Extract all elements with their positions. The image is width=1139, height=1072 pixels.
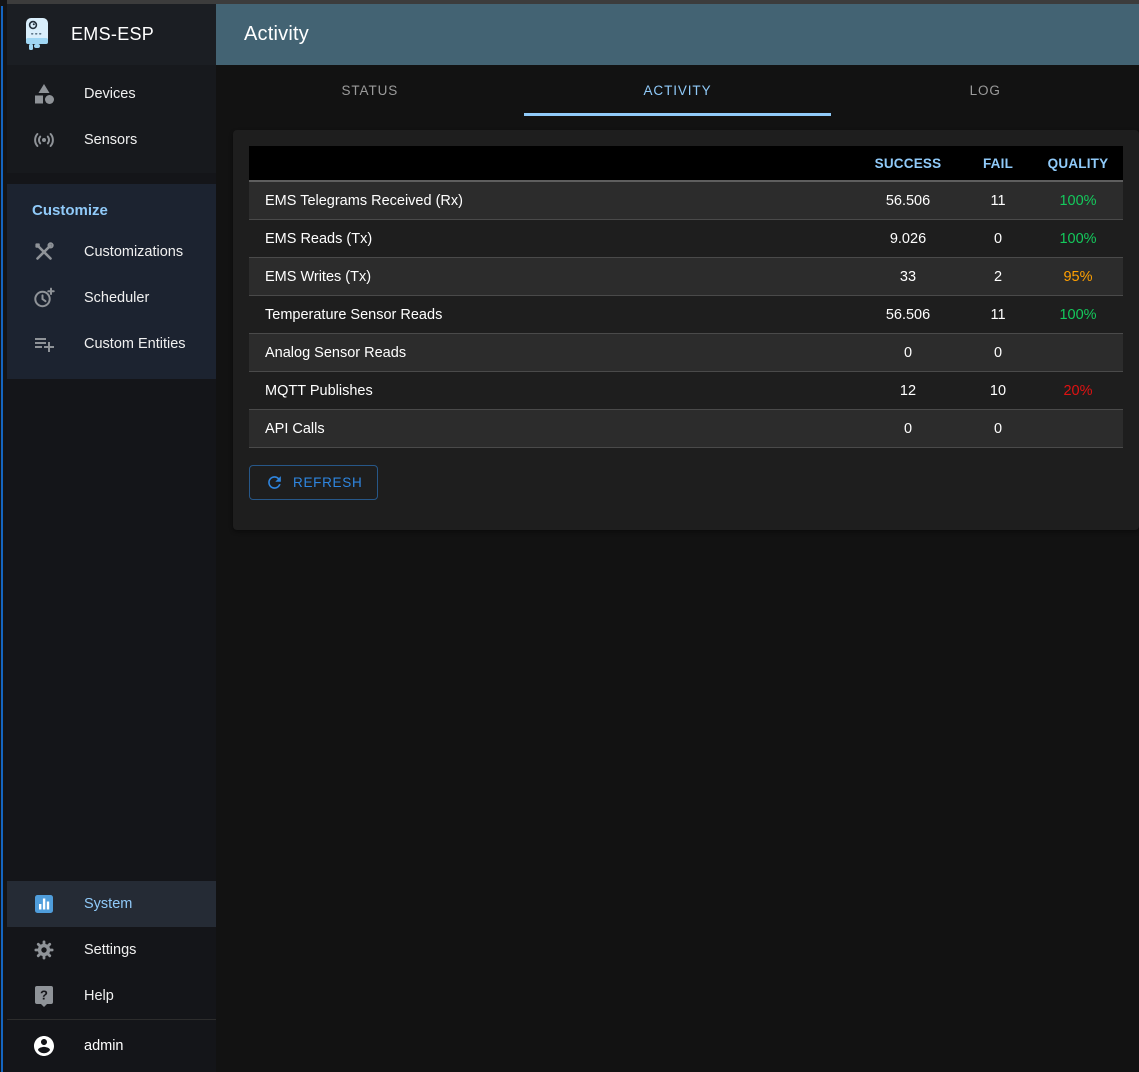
sidebar-header: EMS-ESP	[7, 4, 216, 65]
success-value: 0	[853, 421, 963, 437]
refresh-label: REFRESH	[293, 475, 362, 490]
quality-value: 100%	[1033, 231, 1123, 247]
success-value: 9.026	[853, 231, 963, 247]
topbar: Activity	[216, 4, 1139, 65]
row-label: Analog Sensor Reads	[249, 345, 853, 361]
row-label: Temperature Sensor Reads	[249, 307, 853, 323]
sidebar-bottom-nav: System Settings	[7, 881, 216, 1019]
category-icon	[32, 82, 56, 106]
col-header-quality: QUALITY	[1033, 156, 1123, 171]
table-row: EMS Writes (Tx) 33 2 95%	[249, 258, 1123, 296]
fail-value: 11	[963, 307, 1033, 323]
row-label: API Calls	[249, 421, 853, 437]
sidebar-item-custom-entities[interactable]: Custom Entities	[7, 321, 216, 367]
sidebar-item-settings[interactable]: Settings	[7, 927, 216, 973]
success-value: 12	[853, 383, 963, 399]
sidebar-nav: Devices Sensors	[7, 65, 216, 173]
live-help-icon: ?	[32, 984, 56, 1008]
ems-esp-app: EMS-ESP Devices Sens	[0, 0, 1139, 1072]
fail-value: 11	[963, 193, 1033, 209]
user-name: admin	[84, 1038, 124, 1054]
section-label-customize: Customize	[7, 194, 216, 229]
sidebar-item-devices[interactable]: Devices	[7, 71, 216, 117]
page-title: Activity	[244, 23, 309, 46]
row-label: EMS Reads (Tx)	[249, 231, 853, 247]
table-row: Analog Sensor Reads 0 0	[249, 334, 1123, 372]
refresh-button[interactable]: REFRESH	[249, 465, 378, 500]
sidebar-customize-section: Customize Customizations	[7, 184, 216, 379]
boiler-logo-icon	[20, 23, 54, 47]
tab-status[interactable]: STATUS	[216, 65, 524, 116]
left-edge-strip	[0, 0, 7, 1072]
fail-value: 0	[963, 231, 1033, 247]
fail-value: 0	[963, 345, 1033, 361]
table-row: MQTT Publishes 12 10 20%	[249, 372, 1123, 410]
success-value: 0	[853, 345, 963, 361]
sidebar-item-label: Help	[84, 988, 114, 1004]
tab-activity[interactable]: ACTIVITY	[524, 65, 832, 116]
gear-icon	[32, 938, 56, 962]
construction-icon	[32, 240, 56, 264]
table-header-row: SUCCESS FAIL QUALITY	[249, 146, 1123, 182]
more-time-icon	[32, 286, 56, 310]
sidebar-item-label: Scheduler	[84, 290, 149, 306]
activity-card: SUCCESS FAIL QUALITY EMS Telegrams Recei…	[233, 130, 1139, 530]
success-value: 56.506	[853, 307, 963, 323]
quality-value: 100%	[1033, 307, 1123, 323]
sidebar-item-label: System	[84, 896, 132, 912]
sidebar-item-label: Customizations	[84, 244, 183, 260]
tab-log[interactable]: LOG	[831, 65, 1139, 116]
sidebar-item-sensors[interactable]: Sensors	[7, 117, 216, 163]
success-value: 33	[853, 269, 963, 285]
sidebar-item-scheduler[interactable]: Scheduler	[7, 275, 216, 321]
table-row: EMS Telegrams Received (Rx) 56.506 11 10…	[249, 182, 1123, 220]
row-label: EMS Telegrams Received (Rx)	[249, 193, 853, 209]
tab-bar: STATUS ACTIVITY LOG	[216, 65, 1139, 116]
fail-value: 2	[963, 269, 1033, 285]
svg-text:?: ?	[40, 988, 48, 1003]
col-header-fail: FAIL	[963, 156, 1033, 171]
quality-value: 95%	[1033, 269, 1123, 285]
app-title: EMS-ESP	[71, 24, 154, 45]
main-area: Activity STATUS ACTIVITY LOG SUCCESS FAI…	[216, 4, 1139, 1072]
sidebar-user[interactable]: admin	[7, 1019, 216, 1072]
success-value: 56.506	[853, 193, 963, 209]
playlist-add-icon	[32, 332, 56, 356]
table-row: EMS Reads (Tx) 9.026 0 100%	[249, 220, 1123, 258]
refresh-icon	[265, 473, 284, 492]
sidebar-item-label: Devices	[84, 86, 136, 102]
row-label: EMS Writes (Tx)	[249, 269, 853, 285]
col-header-success: SUCCESS	[853, 156, 963, 171]
sidebar-item-system[interactable]: System	[7, 881, 216, 927]
sidebar-item-label: Settings	[84, 942, 136, 958]
sidebar-item-label: Custom Entities	[84, 336, 186, 352]
account-circle-icon	[32, 1034, 56, 1058]
quality-value: 100%	[1033, 193, 1123, 209]
sidebar-item-customizations[interactable]: Customizations	[7, 229, 216, 275]
activity-table: SUCCESS FAIL QUALITY EMS Telegrams Recei…	[249, 146, 1123, 448]
fail-value: 10	[963, 383, 1033, 399]
analytics-icon	[32, 892, 56, 916]
quality-value: 20%	[1033, 383, 1123, 399]
sidebar-item-help[interactable]: ? Help	[7, 973, 216, 1019]
sensors-icon	[32, 128, 56, 152]
row-label: MQTT Publishes	[249, 383, 853, 399]
sidebar: EMS-ESP Devices Sens	[7, 4, 216, 1072]
fail-value: 0	[963, 421, 1033, 437]
table-row: API Calls 0 0	[249, 410, 1123, 448]
sidebar-item-label: Sensors	[84, 132, 137, 148]
table-row: Temperature Sensor Reads 56.506 11 100%	[249, 296, 1123, 334]
